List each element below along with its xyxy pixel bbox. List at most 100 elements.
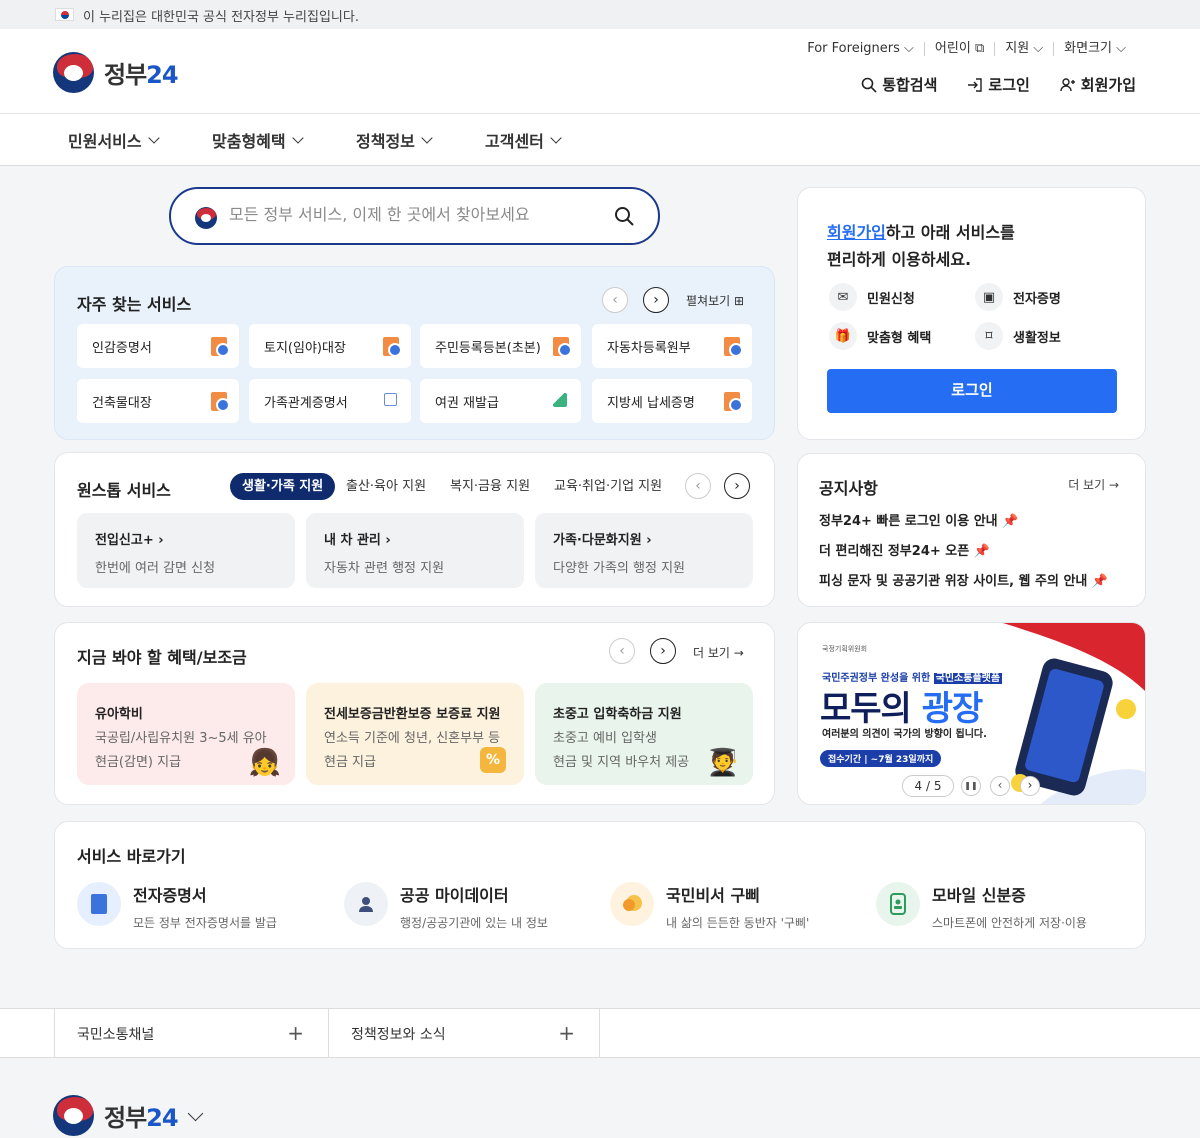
util-foreigners[interactable]: For Foreigners ⌵	[797, 42, 924, 56]
notice-panel: 공지사항 더 보기 → 정부24+ 빠른 로그인 이용 안내 📌 더 편리해진 …	[797, 453, 1146, 607]
login-link[interactable]: 로그인	[967, 74, 1030, 95]
plus-icon: +	[558, 1021, 575, 1045]
signup-text-link[interactable]: 회원가입	[827, 223, 886, 242]
service-tile[interactable]: 건축물대장	[77, 379, 239, 423]
footer-accordion-channel[interactable]: 국민소통채널 +	[54, 1009, 328, 1058]
gnb-civil-service[interactable]: 민원서비스	[68, 128, 160, 152]
main-search-box	[169, 187, 660, 245]
quick-link-assistant[interactable]: 국민비서 구삐 내 삶의 든든한 동반자 '구삐'	[610, 882, 809, 931]
util-font-size[interactable]: 화면크기 ⌵	[1053, 42, 1136, 56]
next-arrow-icon[interactable]: ›	[650, 638, 676, 664]
benefit-card[interactable]: 전세보증금반환보증 보증료 지원 연소득 기준에 청년, 신혼부부 등 현금 지…	[306, 683, 524, 785]
section-title: 공지사항	[819, 479, 878, 498]
student-illustration-icon: 🧑‍🎓	[706, 748, 739, 778]
tab-welfare-finance[interactable]: 복지·금융 지원	[450, 473, 530, 500]
notice-item[interactable]: 정부24+ 빠른 로그인 이용 안내 📌	[819, 510, 1018, 529]
section-title: 지금 봐야 할 혜택/보조금	[77, 648, 247, 667]
service-tile[interactable]: 주민등록등본(초본)	[420, 324, 581, 368]
child-illustration-icon: 👧	[248, 748, 281, 778]
tab-education-jobs[interactable]: 교육·취업·기업 지원	[554, 473, 662, 500]
pin-icon: 📌	[1091, 574, 1109, 589]
search-input[interactable]	[229, 205, 589, 224]
banner-period: 접수기간 | ~7월 23일까지	[820, 750, 942, 767]
util-support[interactable]: 지원 ⌵	[994, 42, 1053, 56]
bookmark-icon: ⌑	[975, 322, 1003, 350]
footer-accordion-policy[interactable]: 정책정보와 소식 +	[328, 1009, 600, 1058]
chat-bubble-icon	[610, 882, 654, 926]
quick-link-ecert[interactable]: 전자증명서 모든 정부 전자증명서를 발급	[77, 882, 277, 931]
chevron-down-icon	[291, 132, 304, 144]
onestop-card[interactable]: 가족·다문화지원 › 다양한 가족의 행정 지원	[535, 513, 753, 588]
quick-link-mobile-id[interactable]: 모바일 신분증 스마트폰에 안전하게 저장·이용	[876, 882, 1087, 931]
quick-links-panel: 서비스 바로가기 전자증명서 모든 정부 전자증명서를 발급 공공 마이데이터 행정…	[54, 821, 1146, 949]
search-icon	[861, 77, 877, 93]
prev-arrow-icon[interactable]: ‹	[685, 473, 711, 499]
service-shortcut[interactable]: ⌑ 생활정보	[975, 322, 1061, 350]
service-tile[interactable]: 가족관계증명서	[249, 379, 411, 423]
footer-logo[interactable]: 정부24	[53, 1095, 203, 1136]
pause-icon[interactable]: ❚❚	[961, 776, 981, 796]
certificate-icon: ▣	[975, 283, 1003, 311]
login-button[interactable]: 로그인	[827, 369, 1117, 413]
gift-icon: 🎁	[829, 322, 857, 350]
promo-banner[interactable]: 국정기획위원회 국민주권정부 완성을 위한 국민소통플랫폼 모두의 광장 여러분…	[797, 622, 1146, 805]
prev-arrow-icon[interactable]: ‹	[990, 776, 1010, 796]
document-icon	[77, 882, 121, 926]
document-icon	[724, 392, 743, 412]
util-kids[interactable]: 어린이 ⧉	[923, 42, 994, 56]
login-promo-text: 회원가입하고 아래 서비스를 편리하게 이용하세요.	[827, 223, 1015, 269]
banner-title: 모두의 광장	[820, 689, 983, 729]
next-arrow-icon[interactable]: ›	[724, 473, 750, 499]
login-icon	[968, 77, 983, 92]
external-link-icon	[384, 393, 397, 406]
quick-link-mydata[interactable]: 공공 마이데이터 행정/공공기관에 있는 내 정보	[344, 882, 548, 931]
onestop-services-panel: 원스톱 서비스 생활·가족 지원 출산·육아 지원 복지·금융 지원 교육·취업…	[54, 452, 775, 607]
service-tile[interactable]: 여권 재발급	[420, 379, 581, 423]
next-arrow-icon[interactable]: ›	[1020, 776, 1040, 796]
prev-arrow-icon[interactable]: ‹	[602, 287, 628, 313]
expand-button[interactable]: 펼쳐보기 ⊞	[686, 292, 744, 309]
onestop-card[interactable]: 내 차 관리 › 자동차 관련 행정 지원	[306, 513, 524, 588]
service-tile[interactable]: 토지(임야)대장	[249, 324, 411, 368]
prev-arrow-icon[interactable]: ‹	[609, 638, 635, 664]
service-shortcut[interactable]: ✉ 민원신청	[829, 283, 915, 311]
benefits-panel: 지금 봐야 할 혜택/보조금 ‹ › 더 보기 → 유아학비 국공립/사립유치원…	[54, 622, 775, 805]
section-title: 원스톱 서비스	[77, 481, 171, 500]
more-link[interactable]: 더 보기 →	[1068, 476, 1119, 493]
gnb-custom-benefits[interactable]: 맞춤형혜택	[212, 128, 304, 152]
search-icon[interactable]	[614, 206, 634, 226]
banner-desc: 여러분의 의견이 국가의 방향이 됩니다.	[822, 729, 987, 740]
service-tile[interactable]: 인감증명서	[77, 324, 239, 368]
gov-notice-text: 이 누리집은 대한민국 공식 전자정부 누리집입니다.	[83, 10, 359, 25]
gov-emblem-icon	[195, 207, 217, 229]
benefit-card[interactable]: 초중고 입학축하금 지원 초중고 예비 입학생 현금 및 지역 바우처 제공 🧑…	[535, 683, 753, 785]
tab-birth-childcare[interactable]: 출산·육아 지원	[346, 473, 426, 500]
service-shortcut[interactable]: 🎁 맞춤형 혜택	[829, 322, 931, 350]
tab-life-family[interactable]: 생활·가족 지원	[230, 473, 336, 500]
gov-emblem-icon	[53, 1095, 94, 1136]
site-header: 정부24 For Foreigners ⌵ 어린이 ⧉ 지원 ⌵ 화면크기 ⌵ …	[0, 29, 1200, 114]
integrated-search-button[interactable]: 통합검색	[861, 74, 937, 95]
next-arrow-icon[interactable]: ›	[643, 287, 669, 313]
gnb-policy-info[interactable]: 정책정보	[356, 128, 433, 152]
service-tile[interactable]: 지방세 납세증명	[592, 379, 752, 423]
notice-item[interactable]: 더 편리해진 정부24+ 오픈 📌	[819, 540, 990, 559]
service-shortcut[interactable]: ▣ 전자증명	[975, 283, 1061, 311]
add-user-icon	[1060, 77, 1075, 91]
inbox-icon: ✉	[829, 283, 857, 311]
frequent-services-panel: 자주 찾는 서비스 ‹ › 펼쳐보기 ⊞ 인감증명서 토지(임야)대장 주민등록…	[54, 266, 775, 440]
gov-emblem-icon	[53, 51, 94, 93]
onestop-card[interactable]: 전입신고+ › 한번에 여러 감면 신청	[77, 513, 295, 588]
section-title: 서비스 바로가기	[77, 847, 186, 866]
document-icon	[211, 392, 230, 412]
gnb-customer-center[interactable]: 고객센터	[485, 128, 562, 152]
edit-icon	[553, 393, 567, 407]
benefit-card[interactable]: 유아학비 국공립/사립유치원 3~5세 유아 현금(감면) 지급 👧	[77, 683, 295, 785]
more-link[interactable]: 더 보기 →	[693, 644, 744, 661]
document-icon	[383, 337, 402, 357]
service-tile[interactable]: 자동차등록원부	[592, 324, 752, 368]
signup-link[interactable]: 회원가입	[1060, 74, 1136, 95]
site-logo[interactable]: 정부24	[53, 51, 179, 93]
notice-item[interactable]: 피싱 문자 및 공공기관 위장 사이트, 웹 주의 안내 📌	[819, 570, 1108, 589]
main-navigation: 민원서비스 맞춤형혜택 정책정보 고객센터	[0, 114, 1200, 166]
